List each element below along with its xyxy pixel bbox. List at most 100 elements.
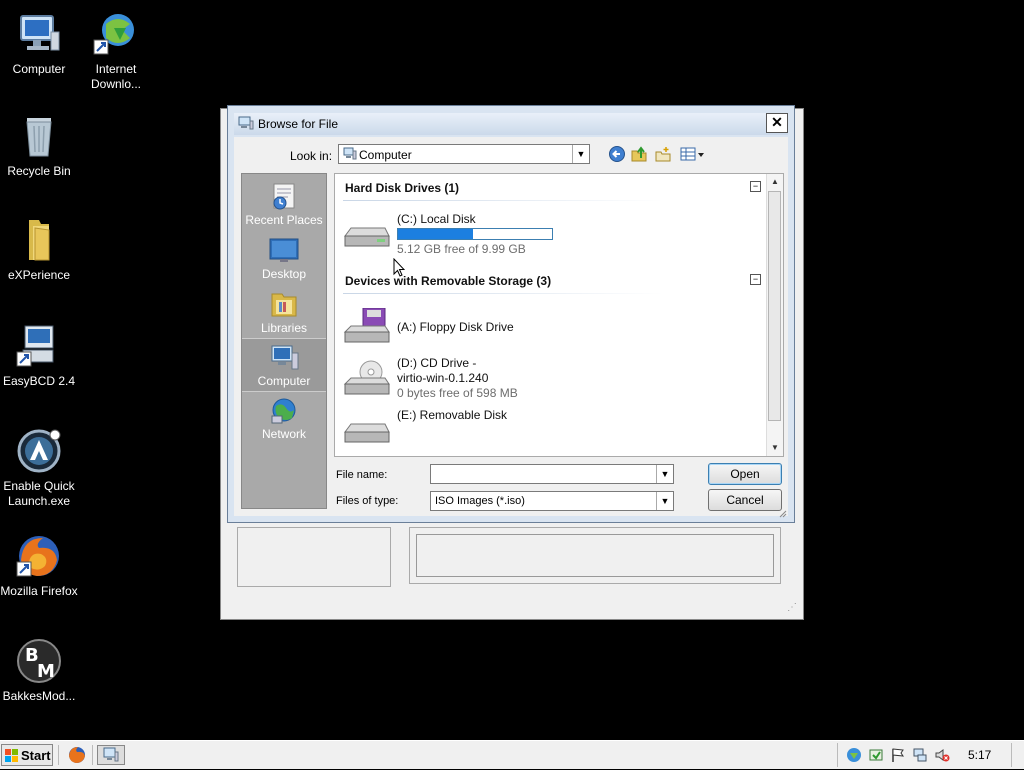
easybcd-icon <box>15 322 63 370</box>
dialog-titlebar[interactable]: Browse for File ✕ <box>234 113 788 135</box>
taskbar-firefox-button[interactable] <box>66 745 88 765</box>
firefox-icon <box>15 532 63 580</box>
drive-volume-label: virtio-win-0.1.240 <box>397 371 489 385</box>
group-header-removable-storage[interactable]: Devices with Removable Storage (3) <box>345 274 551 288</box>
internet-download-manager-icon[interactable] <box>846 747 862 763</box>
place-libraries[interactable]: Libraries <box>242 286 326 338</box>
back-arrow-icon <box>609 146 625 162</box>
desktop-icon-label: BakkesMod... <box>2 689 76 703</box>
taskbar-window-button[interactable] <box>97 745 125 765</box>
scroll-up-arrow-icon[interactable]: ▲ <box>767 174 783 190</box>
network-icon <box>268 396 300 426</box>
dialog-client-area: Look in: Computer ▼ Recent Places Deskto… <box>234 137 788 518</box>
file-list-view[interactable]: Hard Disk Drives (1) − (C:) Local Disk 5… <box>334 173 784 457</box>
resize-grip-icon[interactable] <box>777 505 787 518</box>
place-network[interactable]: Network <box>242 392 326 444</box>
show-desktop-button[interactable] <box>1011 743 1024 767</box>
look-in-label: Look in: <box>290 149 333 163</box>
drive-name: (C:) Local Disk <box>397 212 476 226</box>
mouse-cursor-icon <box>393 257 406 278</box>
vertical-scrollbar[interactable]: ▲ ▼ <box>766 174 783 456</box>
cd-drive-icon <box>341 360 391 398</box>
scroll-thumb[interactable] <box>768 191 781 421</box>
drive-name: (A:) Floppy Disk Drive <box>397 320 514 334</box>
desktop-icon-label: Computer <box>12 62 66 76</box>
computer-icon <box>268 343 300 373</box>
cancel-button[interactable]: Cancel <box>708 489 782 511</box>
place-desktop[interactable]: Desktop <box>242 232 326 284</box>
files-of-type-dropdown[interactable]: ISO Images (*.iso) ▼ <box>430 491 674 511</box>
files-of-type-label: Files of type: <box>336 495 399 507</box>
action-center-flag-icon[interactable] <box>890 747 906 763</box>
close-button[interactable]: ✕ <box>766 113 788 133</box>
back-button[interactable] <box>608 145 626 163</box>
desktop-icon-enable-quick-launch[interactable]: Enable Quick Launch.exe <box>0 427 81 509</box>
place-label: Recent Places <box>245 213 323 227</box>
taskbar: Start 5:17 <box>0 740 1024 769</box>
volume-muted-icon[interactable] <box>934 747 950 763</box>
collapse-group-button[interactable]: − <box>750 181 761 192</box>
removable-disk-icon <box>341 412 391 450</box>
up-folder-icon <box>631 146 647 162</box>
desktop-icon-experience-folder[interactable]: eXPerience <box>0 216 81 283</box>
resize-grip-icon[interactable]: ⋰ <box>787 602 797 613</box>
browse-for-file-dialog: Browse for File ✕ Look in: Computer ▼ Re… <box>227 105 795 523</box>
network-icon[interactable] <box>912 747 928 763</box>
drive-item-a[interactable]: (A:) Floppy Disk Drive <box>339 302 739 352</box>
place-label: Libraries <box>260 321 308 335</box>
chevron-down-icon[interactable]: ▼ <box>572 145 589 163</box>
quick-launch-icon <box>15 427 63 475</box>
firefox-icon <box>69 747 85 763</box>
file-name-label: File name: <box>336 469 388 481</box>
place-label: Desktop <box>261 267 307 281</box>
view-menu-button[interactable] <box>680 145 706 163</box>
place-computer[interactable]: Computer <box>242 338 326 392</box>
chevron-down-icon[interactable]: ▼ <box>656 492 673 510</box>
drive-item-c[interactable]: (C:) Local Disk 5.12 GB free of 9.99 GB <box>339 208 739 258</box>
desktop-icon-internet-download-manager[interactable]: Internet Downlo... <box>74 10 158 92</box>
desktop-icon-bakkesmod[interactable]: BM BakkesMod... <box>0 637 81 704</box>
open-button[interactable]: Open <box>708 463 782 485</box>
folder-icon <box>15 216 63 264</box>
new-folder-button[interactable] <box>654 145 672 163</box>
file-name-input[interactable]: ▼ <box>430 464 674 484</box>
desktop-icon-label: Enable Quick Launch.exe <box>3 479 75 508</box>
place-recent-places[interactable]: Recent Places <box>242 178 326 230</box>
group-divider <box>343 293 663 294</box>
hard-drive-icon <box>341 214 391 252</box>
place-label: Computer <box>257 374 311 388</box>
place-label: Network <box>261 427 306 441</box>
recent-places-icon <box>268 182 300 212</box>
drive-item-e[interactable]: (E:) Removable Disk <box>339 406 739 456</box>
background-panel-left <box>237 527 391 587</box>
look-in-dropdown[interactable]: Computer ▼ <box>338 144 590 164</box>
desktop-icon-mozilla-firefox[interactable]: Mozilla Firefox <box>0 532 81 599</box>
desktop-icon-label: eXPerience <box>7 268 71 282</box>
sync-icon[interactable] <box>868 747 884 763</box>
up-folder-button[interactable] <box>630 145 648 163</box>
desktop-icon <box>268 236 300 266</box>
windows-flag-icon <box>5 749 19 762</box>
drive-name: (E:) Removable Disk <box>397 408 508 422</box>
clock[interactable]: 5:17 <box>968 748 991 762</box>
computer-icon <box>238 116 254 132</box>
scroll-down-arrow-icon[interactable]: ▼ <box>767 440 783 456</box>
desktop-icon-label: Internet Downlo... <box>90 62 142 91</box>
view-menu-icon <box>680 147 704 161</box>
group-header-hard-disk-drives[interactable]: Hard Disk Drives (1) <box>345 181 459 195</box>
collapse-group-button[interactable]: − <box>750 274 761 285</box>
start-button[interactable]: Start <box>1 744 53 766</box>
desktop-icon-computer[interactable]: Computer <box>0 10 81 77</box>
files-of-type-value: ISO Images (*.iso) <box>435 495 525 507</box>
background-panel-right <box>409 527 781 584</box>
drive-usage-fill <box>398 229 474 239</box>
taskbar-separator <box>58 745 59 765</box>
desktop-icon-label: Mozilla Firefox <box>0 584 78 598</box>
desktop-icon-easybcd[interactable]: EasyBCD 2.4 <box>0 322 81 389</box>
desktop-icon-label: EasyBCD 2.4 <box>2 374 76 388</box>
look-in-value: Computer <box>359 148 412 162</box>
desktop-icon-recycle-bin[interactable]: Recycle Bin <box>0 112 81 179</box>
drive-item-d[interactable]: (D:) CD Drive - virtio-win-0.1.240 0 byt… <box>339 354 739 404</box>
chevron-down-icon[interactable]: ▼ <box>656 465 673 483</box>
places-bar: Recent Places Desktop Libraries Computer <box>241 173 327 509</box>
